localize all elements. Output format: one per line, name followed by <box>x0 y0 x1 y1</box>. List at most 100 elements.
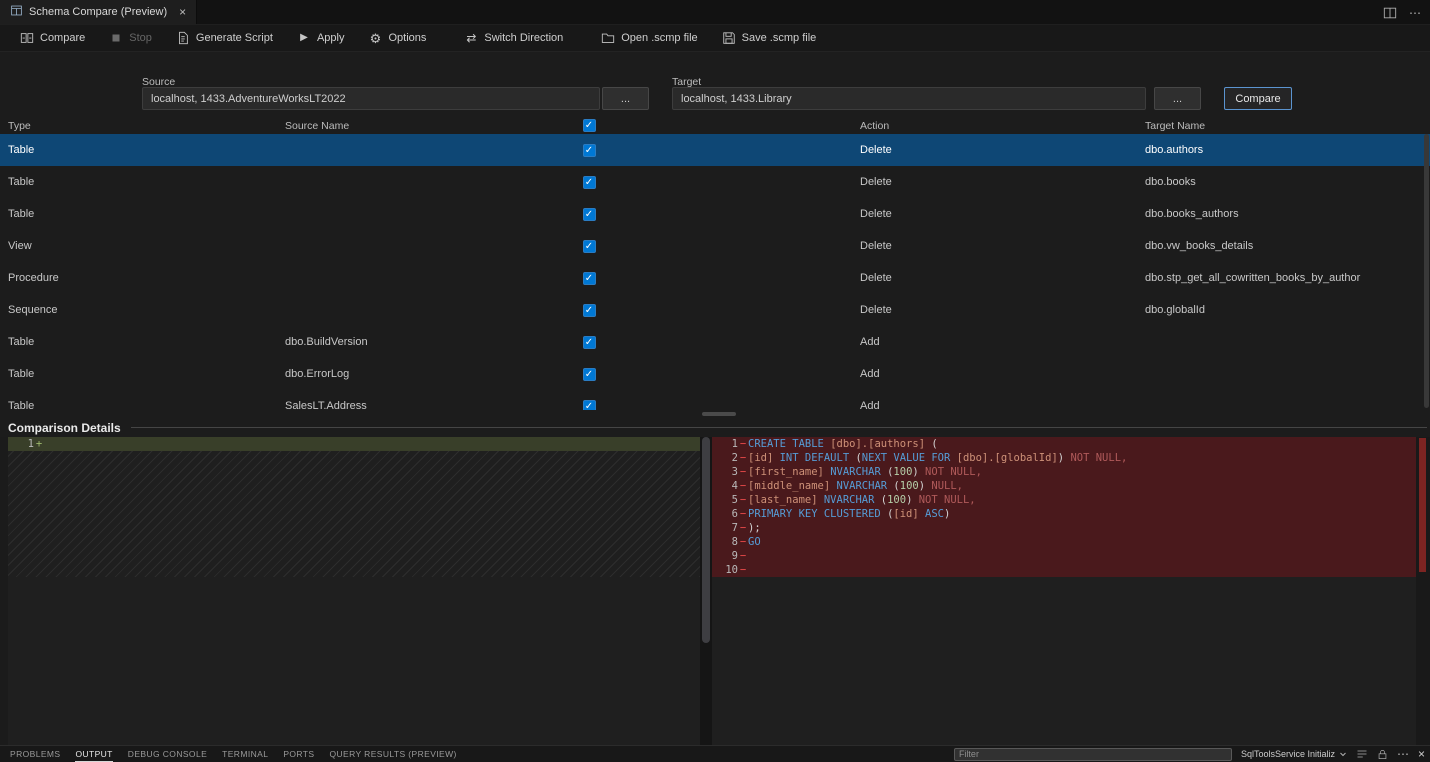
row-target-name: dbo.books <box>1145 176 1430 188</box>
save-icon <box>722 31 736 45</box>
stop-button[interactable]: Stop <box>97 25 164 51</box>
table-row[interactable]: Table✓Deletedbo.authors <box>0 134 1430 166</box>
row-target-name: dbo.stp_get_all_cowritten_books_by_autho… <box>1145 272 1430 284</box>
diff-removed-line: 9− <box>712 549 1416 563</box>
row-target-name: dbo.books_authors <box>1145 208 1430 220</box>
save-scmp-button[interactable]: Save .scmp file <box>710 25 829 51</box>
diff-editor: 1+ 1−CREATE TABLE [dbo].[authors] (2−[id… <box>0 437 1430 745</box>
row-source-name: dbo.BuildVersion <box>285 336 576 348</box>
row-checkbox[interactable]: ✓ <box>583 240 596 253</box>
table-row[interactable]: Table✓Deletedbo.books <box>0 166 1430 198</box>
splitter[interactable] <box>0 410 1430 418</box>
diff-right-pane[interactable]: 1−CREATE TABLE [dbo].[authors] (2−[id] I… <box>712 437 1416 745</box>
table-row[interactable]: TableSalesLT.Address✓Add <box>0 390 1430 410</box>
row-target-name: dbo.authors <box>1145 144 1430 156</box>
row-action: Delete <box>860 208 1145 220</box>
line-number: 1 <box>712 437 738 451</box>
word-wrap-icon[interactable] <box>1356 748 1368 760</box>
table-row[interactable]: Tabledbo.ErrorLog✓Add <box>0 358 1430 390</box>
switch-direction-label: Switch Direction <box>484 32 563 44</box>
row-checkbox[interactable]: ✓ <box>583 144 596 157</box>
overview-ruler[interactable] <box>1416 437 1430 745</box>
panel-close-icon[interactable]: × <box>1418 748 1425 760</box>
generate-script-button[interactable]: Generate Script <box>164 25 285 51</box>
source-browse-button[interactable]: ... <box>602 87 649 110</box>
diff-inserted-line: 1+ <box>8 437 700 451</box>
diff-remove-sign: − <box>738 493 748 507</box>
panel-tab-ports[interactable]: PORTS <box>283 746 314 762</box>
line-code <box>44 437 700 451</box>
row-target-name: dbo.globalId <box>1145 304 1430 316</box>
row-type: Table <box>0 368 285 380</box>
more-actions-icon[interactable]: ⋯ <box>1409 6 1422 20</box>
tab-title: Schema Compare (Preview) <box>29 6 167 18</box>
panel-tab-output[interactable]: OUTPUT <box>75 746 112 762</box>
row-include-cell: ✓ <box>576 272 602 285</box>
tab-close-icon[interactable]: × <box>179 5 186 19</box>
row-include-cell: ✓ <box>576 208 602 221</box>
overview-removed-marker <box>1419 438 1426 572</box>
row-include-cell: ✓ <box>576 176 602 189</box>
table-row[interactable]: Procedure✓Deletedbo.stp_get_all_cowritte… <box>0 262 1430 294</box>
splitter-handle[interactable] <box>702 412 736 416</box>
results-grid: Type Source Name ✓ Action Target Name Ta… <box>0 117 1430 410</box>
compare-run-button[interactable]: Compare <box>1224 87 1292 110</box>
header-checkbox[interactable]: ✓ <box>583 119 596 132</box>
comparison-details-header: Comparison Details <box>0 418 1430 437</box>
apply-button[interactable]: ▶Apply <box>285 25 357 51</box>
header-include-cell: ✓ <box>576 119 602 132</box>
panel-tab-problems[interactable]: PROBLEMS <box>10 746 60 762</box>
table-row[interactable]: View✓Deletedbo.vw_books_details <box>0 230 1430 262</box>
panel-tab-terminal[interactable]: TERMINAL <box>222 746 268 762</box>
output-channel-select[interactable]: SqlToolsService Initializ <box>1241 749 1347 759</box>
row-type: Table <box>0 208 285 220</box>
scrollbar-thumb[interactable] <box>702 437 710 643</box>
target-browse-button[interactable]: ... <box>1154 87 1201 110</box>
row-checkbox[interactable]: ✓ <box>583 368 596 381</box>
target-input[interactable]: localhost, 1433.Library <box>672 87 1146 110</box>
grid-scrollbar[interactable] <box>1424 134 1429 408</box>
row-include-cell: ✓ <box>576 400 602 411</box>
line-code: [id] INT DEFAULT (NEXT VALUE FOR [dbo].[… <box>748 451 1416 465</box>
row-include-cell: ✓ <box>576 336 602 349</box>
row-action: Delete <box>860 240 1145 252</box>
row-checkbox[interactable]: ✓ <box>583 400 596 411</box>
table-row[interactable]: Tabledbo.BuildVersion✓Add <box>0 326 1430 358</box>
diff-left-scrollbar[interactable] <box>700 437 712 745</box>
source-input[interactable]: localhost, 1433.AdventureWorksLT2022 <box>142 87 600 110</box>
filter-input[interactable] <box>954 748 1232 761</box>
diff-removed-line: 3−[first_name] NVARCHAR (100) NOT NULL, <box>712 465 1416 479</box>
table-row[interactable]: Table ✓ Deletedbo.books_authors <box>0 198 1430 230</box>
header-source-name[interactable]: Source Name <box>285 120 576 132</box>
table-row[interactable]: Sequence✓Deletedbo.globalId <box>0 294 1430 326</box>
row-action: Add <box>860 336 1145 348</box>
toolbar: CompareStopGenerate Script▶Apply⚙Options… <box>0 25 1430 52</box>
switch-direction-button[interactable]: ⇄Switch Direction <box>452 25 575 51</box>
row-checkbox[interactable]: ✓ <box>583 208 596 221</box>
panel-tab-debug-console[interactable]: DEBUG CONSOLE <box>128 746 207 762</box>
row-checkbox[interactable]: ✓ <box>583 272 596 285</box>
tab-schema-compare[interactable]: Schema Compare (Preview) × <box>0 0 197 24</box>
panel-tab-query-results-preview[interactable]: QUERY RESULTS (PREVIEW) <box>329 746 456 762</box>
header-target-name[interactable]: Target Name <box>1145 120 1430 132</box>
options-button[interactable]: ⚙Options <box>356 25 438 51</box>
lock-icon[interactable] <box>1377 749 1388 760</box>
panel-more-icon[interactable]: ⋯ <box>1397 747 1409 761</box>
panel-tabs: PROBLEMS OUTPUT DEBUG CONSOLE TERMINAL PORTS… <box>10 746 457 762</box>
compare-button[interactable]: Compare <box>8 25 97 51</box>
diff-removed-line: 8−GO <box>712 535 1416 549</box>
open-scmp-label: Open .scmp file <box>621 32 697 44</box>
stop-icon <box>109 31 123 45</box>
header-type[interactable]: Type <box>0 120 285 132</box>
open-scmp-button[interactable]: Open .scmp file <box>589 25 709 51</box>
line-code: ); <box>748 521 1416 535</box>
diff-left-pane[interactable]: 1+ <box>8 437 700 745</box>
header-action[interactable]: Action <box>860 120 1145 132</box>
row-type: View <box>0 240 285 252</box>
split-editor-icon[interactable] <box>1383 6 1397 20</box>
row-checkbox[interactable]: ✓ <box>583 304 596 317</box>
chevron-down-icon <box>1339 750 1347 758</box>
row-checkbox[interactable]: ✓ <box>583 336 596 349</box>
row-type: Table <box>0 176 285 188</box>
row-checkbox[interactable]: ✓ <box>583 176 596 189</box>
